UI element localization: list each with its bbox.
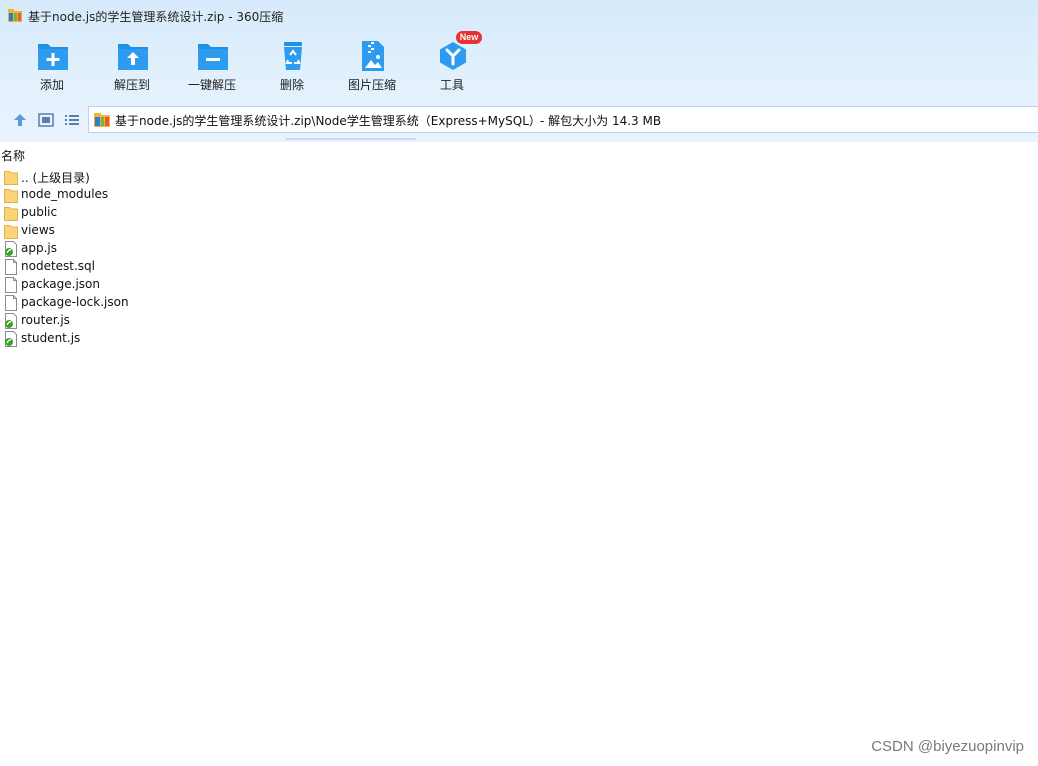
title-bar: 基于node.js的学生管理系统设计.zip - 360压缩 — [0, 0, 1038, 30]
js-file-icon — [4, 241, 18, 257]
image-compress-icon — [362, 41, 384, 71]
file-name: student.js — [21, 331, 81, 345]
file-row[interactable]: app.js — [0, 240, 200, 258]
tools-button[interactable]: New 工具 — [414, 31, 490, 98]
list-view-icon[interactable] — [64, 112, 80, 128]
column-name-header[interactable]: 名称 — [1, 147, 25, 164]
extract-to-label: 解压到 — [113, 78, 150, 92]
one-click-extract-label: 一键解压 — [187, 78, 236, 92]
file-icon — [4, 277, 18, 293]
tools-label: 工具 — [439, 78, 464, 92]
file-row[interactable]: package.json — [0, 276, 200, 294]
tools-icon — [440, 42, 466, 70]
file-icon — [4, 295, 18, 311]
image-compress-button[interactable]: 图片压缩 — [334, 36, 410, 98]
archive-file-icon — [94, 113, 110, 127]
one-click-extract-button[interactable]: 一键解压 — [174, 36, 250, 98]
up-arrow-icon[interactable] — [12, 112, 28, 128]
extract-to-icon — [118, 44, 148, 70]
folder-row[interactable]: node_modules — [0, 186, 200, 204]
pane-splitter[interactable] — [286, 138, 416, 140]
top-chrome: 基于node.js的学生管理系统设计.zip - 360压缩 添加 解压到 一键… — [0, 0, 1038, 142]
file-name: node_modules — [21, 187, 109, 201]
one-click-extract-icon — [198, 44, 228, 70]
add-folder-icon — [38, 44, 68, 70]
navigation-row: 基于node.js的学生管理系统设计.zip\Node学生管理系统（Expres… — [0, 105, 1038, 135]
column-header: 名称 — [0, 146, 1038, 164]
folder-row[interactable]: public — [0, 204, 200, 222]
file-list: .. (上级目录) node_modulespublic views app.js no… — [0, 168, 1038, 348]
extract-to-button[interactable]: 解压到 — [94, 36, 170, 98]
new-badge: New — [456, 31, 482, 44]
folder-row[interactable]: views — [0, 222, 200, 240]
add-label: 添加 — [39, 78, 64, 92]
file-name: views — [21, 223, 55, 237]
file-name: router.js — [21, 313, 70, 327]
file-name: app.js — [21, 241, 57, 255]
window-title: 基于node.js的学生管理系统设计.zip - 360压缩 — [28, 10, 284, 24]
folder-icon — [4, 223, 18, 239]
file-name: nodetest.sql — [21, 259, 96, 273]
js-file-icon — [4, 313, 18, 329]
delete-label: 删除 — [279, 78, 304, 92]
file-row[interactable]: package-lock.json — [0, 294, 200, 312]
thumbnail-view-icon[interactable] — [38, 112, 54, 128]
archive-path: 基于node.js的学生管理系统设计.zip\Node学生管理系统（Expres… — [115, 114, 541, 128]
file-name: package-lock.json — [21, 295, 129, 309]
file-name: .. (上级目录) — [21, 171, 90, 185]
file-row[interactable]: student.js — [0, 330, 200, 348]
recycle-bin-icon — [284, 42, 302, 70]
watermark: CSDN @biyezuopinvip — [871, 738, 1024, 755]
toolbar: 添加 解压到 一键解压 删除 图片压缩 New 工具 — [0, 31, 1038, 100]
folder-icon — [4, 169, 18, 185]
archive-app-icon — [8, 9, 22, 22]
folder-icon — [4, 187, 18, 203]
address-bar[interactable]: 基于node.js的学生管理系统设计.zip\Node学生管理系统（Expres… — [88, 106, 1038, 133]
js-file-icon — [4, 331, 18, 347]
folder-icon — [4, 205, 18, 221]
add-button[interactable]: 添加 — [14, 36, 90, 98]
file-row[interactable]: nodetest.sql — [0, 258, 200, 276]
file-name: public — [21, 205, 58, 219]
file-row[interactable]: router.js — [0, 312, 200, 330]
file-icon — [4, 259, 18, 275]
image-compress-label: 图片压缩 — [347, 78, 396, 92]
delete-button[interactable]: 删除 — [254, 36, 330, 98]
file-name: package.json — [21, 277, 101, 291]
unpacked-size: - 解包大小为 14.3 MB — [540, 114, 662, 128]
folder-row[interactable]: .. (上级目录) — [0, 168, 200, 186]
